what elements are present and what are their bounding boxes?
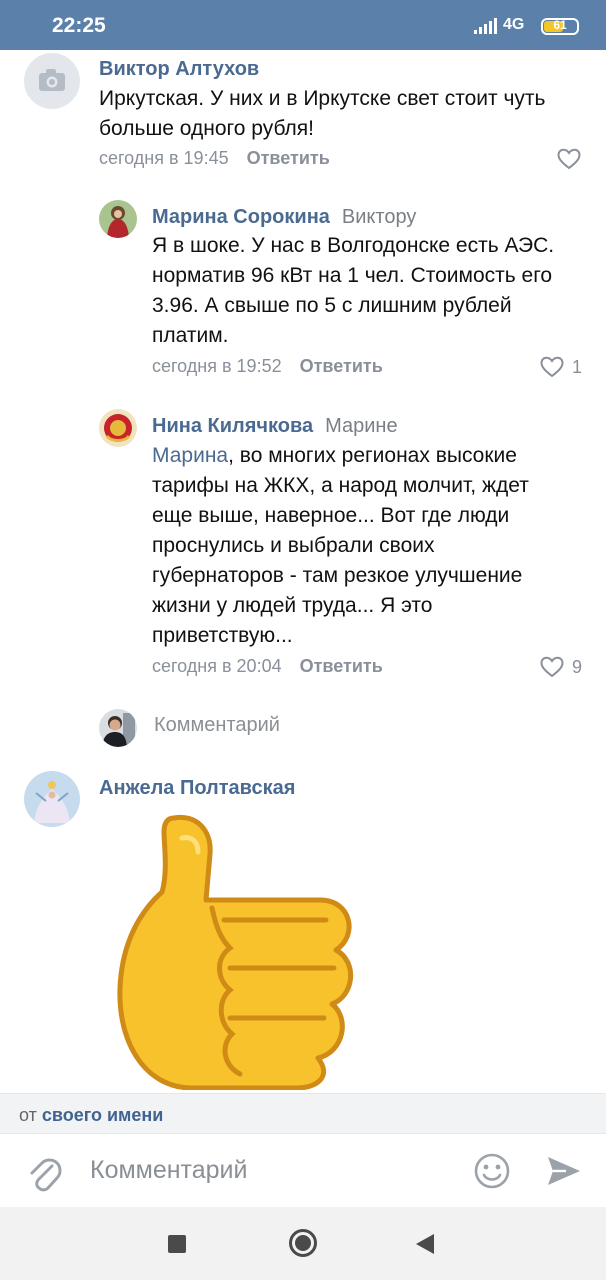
battery-percent: 61 [553, 18, 567, 32]
like-count: 1 [572, 356, 583, 377]
clock: 22:25 [52, 14, 106, 37]
android-nav-bar [0, 1207, 606, 1280]
network-type: 4G [503, 16, 525, 33]
avatar[interactable] [24, 771, 80, 827]
post-as-bar: от своего имени [0, 1093, 606, 1133]
reply-button[interactable]: Ответить [300, 656, 383, 676]
comment-meta: сегодня в 20:04 Ответить [152, 656, 383, 677]
status-bar: 22:25 4G 61 [0, 0, 606, 50]
current-user-avatar [99, 709, 137, 747]
reply-button[interactable]: Ответить [247, 148, 330, 168]
heart-icon [540, 356, 564, 378]
recents-icon[interactable] [167, 1234, 187, 1254]
comment-author[interactable]: Нина Килячкова Марине [152, 415, 398, 438]
inline-comment-input[interactable]: Комментарий [154, 714, 280, 737]
like-button[interactable]: 9 [540, 656, 582, 678]
comment-author[interactable]: Виктор Алтухов [99, 58, 259, 81]
avatar[interactable] [99, 409, 137, 447]
comment-time: сегодня в 19:52 [152, 356, 282, 376]
comment-meta: сегодня в 19:52 Ответить [152, 356, 383, 377]
post-as-prefix: от [19, 1105, 37, 1125]
like-button[interactable] [557, 148, 589, 170]
comment-author[interactable]: Анжела Полтавская [99, 777, 295, 800]
like-count: 9 [572, 656, 583, 677]
reply-to-label: Виктору [341, 206, 417, 228]
comment-time: сегодня в 19:45 [99, 148, 229, 168]
send-icon[interactable] [546, 1154, 582, 1188]
avatar-placeholder[interactable] [24, 53, 80, 109]
reply-button[interactable]: Ответить [300, 356, 383, 376]
avatar[interactable] [99, 200, 137, 238]
comment-composer: Комментарий [0, 1133, 606, 1207]
like-button[interactable]: 1 [540, 356, 582, 378]
heart-icon [557, 148, 581, 170]
post-as-link[interactable]: своего имени [42, 1105, 163, 1125]
mention-link[interactable]: Марина [152, 444, 228, 467]
back-icon[interactable] [414, 1232, 436, 1256]
signal-icon [474, 18, 497, 34]
reply-to-label: Марине [325, 415, 398, 437]
thumbs-up-sticker [117, 814, 353, 1090]
attachment-icon[interactable] [26, 1152, 62, 1192]
battery-icon: 61 [541, 18, 579, 35]
comment-text: Иркутская. У них и в Иркутске свет стоит… [99, 87, 546, 140]
heart-icon [540, 656, 564, 678]
home-icon[interactable] [288, 1228, 318, 1258]
comment-time: сегодня в 20:04 [152, 656, 282, 676]
camera-icon [39, 69, 65, 91]
comment-meta: сегодня в 19:45 Ответить [99, 148, 330, 169]
comment-author[interactable]: Марина Сорокина Виктору [152, 206, 416, 229]
comment-text: Марина, во многих регионах высокие тариф… [152, 444, 529, 647]
comment-input[interactable]: Комментарий [90, 1156, 247, 1185]
comment-text: Я в шоке. У нас в Волгодонске есть АЭС. … [152, 234, 555, 347]
emoji-icon[interactable] [473, 1152, 511, 1190]
